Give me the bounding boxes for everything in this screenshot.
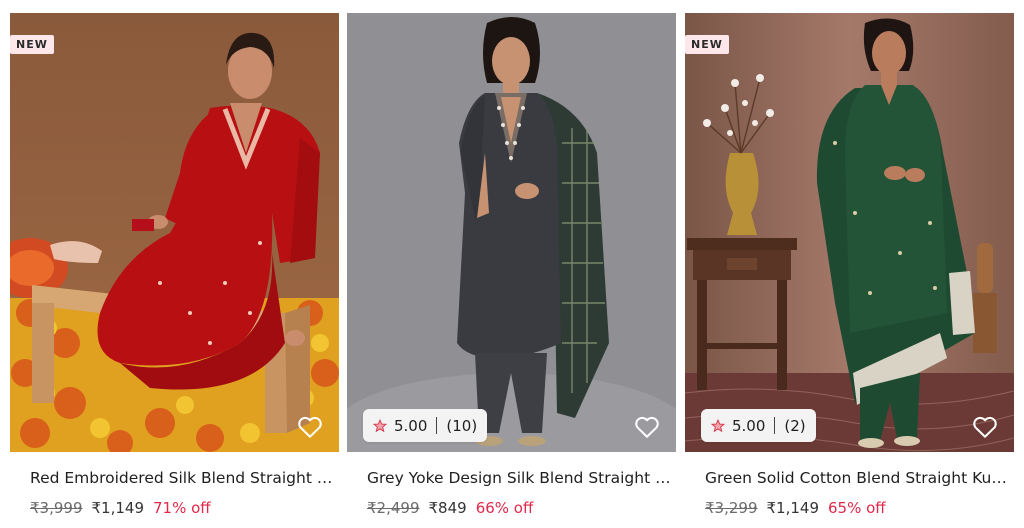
original-price: ₹2,499 [367, 499, 420, 517]
rating-score: 5.00 [732, 416, 766, 435]
product-photo-green-kurta [685, 13, 1014, 452]
product-title[interactable]: Grey Yoke Design Silk Blend Straight Kur… [367, 469, 672, 487]
star-icon [373, 418, 387, 432]
rating-divider [436, 417, 438, 434]
product-photo-red-kurta [10, 13, 339, 452]
product-grid: NEW Red Embroidered Silk Blend Straight … [10, 13, 1014, 528]
price-row: ₹3,999 ₹1,149 71% off [30, 499, 211, 517]
discount-label: 65% off [828, 499, 886, 517]
product-image[interactable]: 5.00 (10) [347, 13, 676, 452]
new-badge: NEW [10, 35, 54, 54]
wishlist-heart-icon[interactable] [297, 415, 323, 439]
product-title[interactable]: Red Embroidered Silk Blend Straight Kurt… [30, 469, 335, 487]
product-card[interactable]: NEW 5.00 (2) Green Solid Cotton Blend St… [685, 13, 1014, 528]
rating-badge: 5.00 (10) [363, 409, 488, 442]
price-row: ₹2,499 ₹849 66% off [367, 499, 533, 517]
wishlist-heart-icon[interactable] [634, 415, 660, 439]
product-image[interactable]: NEW [10, 13, 339, 452]
rating-badge: 5.00 (2) [701, 409, 816, 442]
product-image[interactable]: NEW 5.00 (2) [685, 13, 1014, 452]
new-badge: NEW [685, 35, 729, 54]
rating-divider [774, 417, 776, 434]
sale-price: ₹849 [428, 499, 467, 517]
sale-price: ₹1,149 [91, 499, 145, 517]
discount-label: 71% off [153, 499, 211, 517]
price-row: ₹3,299 ₹1,149 65% off [705, 499, 886, 517]
original-price: ₹3,999 [30, 499, 83, 517]
discount-label: 66% off [475, 499, 534, 517]
product-card[interactable]: 5.00 (10) Grey Yoke Design Silk Blend St… [347, 13, 676, 528]
wishlist-heart-icon[interactable] [972, 415, 998, 439]
rating-count: (10) [446, 416, 478, 435]
product-title[interactable]: Green Solid Cotton Blend Straight Kurta … [705, 469, 1010, 487]
rating-count: (2) [784, 416, 806, 435]
product-card[interactable]: NEW Red Embroidered Silk Blend Straight … [10, 13, 339, 528]
product-photo-grey-kurta [347, 13, 676, 452]
star-icon [711, 418, 725, 432]
original-price: ₹3,299 [705, 499, 758, 517]
rating-score: 5.00 [394, 416, 428, 435]
sale-price: ₹1,149 [766, 499, 820, 517]
